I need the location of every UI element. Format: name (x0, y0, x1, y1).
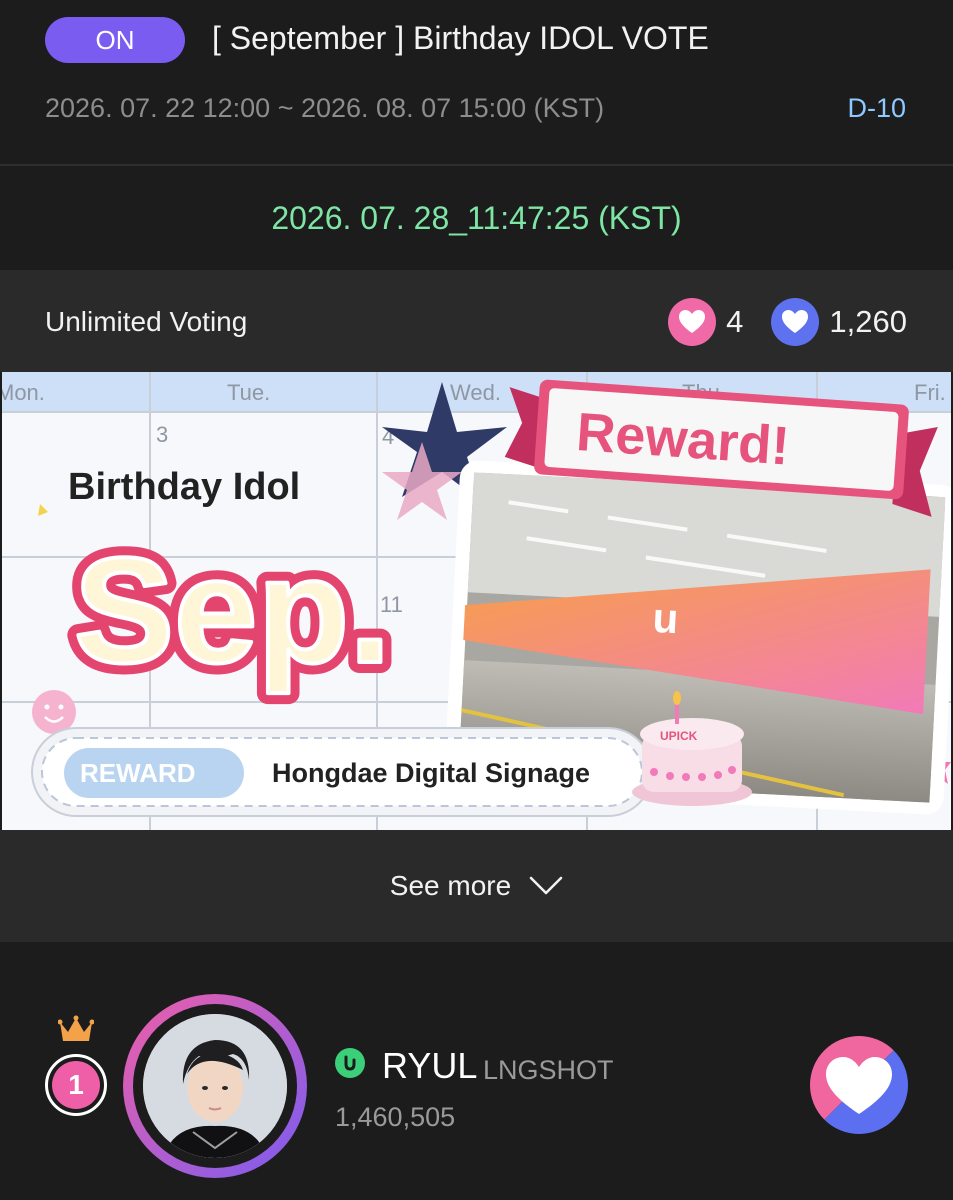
current-time-bar: 2026. 07. 28_11:47:25 (KST) (0, 166, 953, 270)
avatar[interactable] (123, 994, 307, 1178)
chevron-down-icon (529, 876, 563, 895)
blue-heart-icon (771, 298, 820, 346)
see-more-label: See more (389, 870, 512, 901)
pink-heart-icon (668, 298, 717, 346)
rank-badge: 1 (45, 1054, 107, 1116)
status-badge: ON (45, 17, 185, 63)
date-3: 3 (156, 422, 168, 447)
vote-header: ON [ September ] Birthday IDOL VOTE 2026… (0, 0, 953, 164)
day-mon: Mon. (2, 380, 45, 405)
signage-logo: u (651, 594, 679, 642)
page-title: [ September ] Birthday IDOL VOTE (212, 20, 709, 56)
reward-tag-label: REWARD (80, 758, 196, 788)
crown-icon (58, 1015, 94, 1041)
banner-month: Sep. (74, 526, 391, 694)
see-more-button[interactable]: See more (390, 870, 563, 902)
voting-info-bar: Unlimited Voting 4 1,260 (0, 270, 953, 372)
pink-heart-count: 4 (726, 304, 744, 339)
heart-balance: 4 1,260 (668, 298, 907, 346)
banner-heading: Birthday Idol (68, 466, 300, 508)
current-time: 2026. 07. 28_11:47:25 (KST) (271, 199, 682, 236)
ranking-row[interactable]: 1 RYUL LNGSHOT 1,460,505 (0, 942, 953, 1200)
blue-heart-count: 1,260 (829, 304, 907, 339)
see-more-bar: See more (0, 830, 953, 942)
vote-button[interactable] (810, 1036, 908, 1134)
cake-text: UPICK (660, 729, 698, 743)
idol-group: LNGSHOT (483, 1055, 614, 1085)
avatar-photo (143, 1014, 287, 1158)
idol-vote-count: 1,460,505 (335, 1102, 456, 1132)
event-banner[interactable]: Mon. Tue. Wed. Thu. Fri. 3 4 11 Birthday… (2, 372, 951, 830)
group-logo-icon (335, 1048, 365, 1078)
reward-place: Hongdae Digital Signage (272, 758, 590, 788)
banner-artwork: Mon. Tue. Wed. Thu. Fri. 3 4 11 Birthday… (2, 372, 951, 830)
voting-type-label: Unlimited Voting (45, 306, 248, 337)
day-tue: Tue. (227, 380, 270, 405)
rank-number: 1 (52, 1061, 100, 1109)
dday-counter: D-10 (847, 93, 906, 123)
day-fri: Fri. (914, 380, 946, 405)
day-wed: Wed. (450, 380, 501, 405)
idol-name: RYUL (382, 1045, 478, 1086)
vote-period: 2026. 07. 22 12:00 ~ 2026. 08. 07 15:00 … (45, 93, 605, 123)
